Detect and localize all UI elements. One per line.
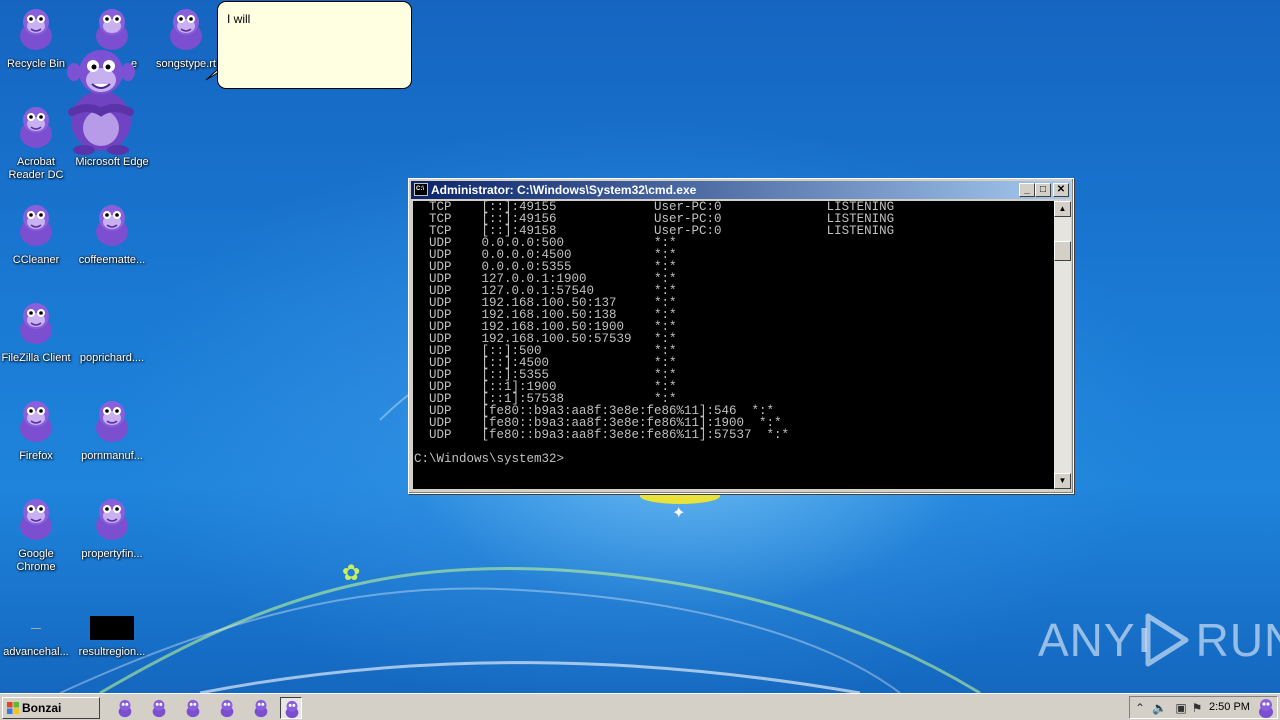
bonzi-icon[interactable] [114,697,136,719]
bonzi-icon [20,205,52,246]
desktop-icon-ccleaner[interactable]: CCleaner [0,202,74,267]
svg-text:✿: ✿ [342,561,360,586]
bonzi-tray-icon[interactable] [1257,698,1275,718]
bonzi-icon [96,205,128,246]
maximize-button[interactable]: □ [1035,183,1051,197]
bonzi-icon[interactable] [148,697,170,719]
cmd-line: UDP [fe80::b9a3:aa8f:3e8e:fe86%11]:57537… [414,428,790,442]
black-file-icon [90,594,134,642]
icon-label: poprichard.... [79,352,145,364]
cmd-app-icon: C:\ [414,183,428,196]
icon-label: FileZilla Client [1,352,71,364]
icon-label: CCleaner [12,254,60,266]
desktop-icon-pornmanuf[interactable]: pornmanuf... [74,398,150,463]
volume-icon[interactable]: 🔈 [1152,701,1167,715]
cmd-scrollbar[interactable]: ▲ ▼ [1054,201,1071,489]
desktop-icon-poprichard[interactable]: poprichard.... [74,300,150,365]
close-button[interactable]: ✕ [1053,183,1069,197]
scroll-up-icon[interactable]: ▲ [1054,201,1071,217]
bonzi-icon [96,401,128,442]
bonzi-icon[interactable] [182,697,204,719]
bonzi-icon [20,499,52,540]
network-icon[interactable]: ▣ [1174,701,1188,715]
flag-icon[interactable]: ⚑ [1190,701,1204,715]
cmd-console-output[interactable]: TCP [::]:49155 User-PC:0 LISTENING TCP [… [413,201,1054,489]
bonzi-icon [170,9,202,50]
scroll-down-icon[interactable]: ▼ [1054,473,1071,489]
bonzi-buddy-character[interactable] [58,36,144,156]
desktop-icon-resultregion[interactable]: resultregion... [74,594,150,659]
bonzi-icon [20,107,52,148]
windows-flag-icon [7,702,19,714]
bonzi-icon [96,499,128,540]
cmd-title: Administrator: C:\Windows\System32\cmd.e… [431,183,697,197]
taskbar: Bonzai Buhdy ⌃ 🔈 ▣ ⚑ 2:50 PM [0,693,1280,720]
blank-file-icon [14,594,58,642]
icon-label: Google Chrome [16,548,56,573]
desktop-icon-propertyfin[interactable]: propertyfin... [74,496,150,561]
icon-label: Acrobat Reader DC [8,156,64,181]
bonzi-icon[interactable] [216,697,238,719]
cmd-line: C:\Windows\system32> [414,452,565,466]
start-button-label: Bonzai Buhdy [22,701,62,715]
bonzi-icon[interactable] [280,697,302,719]
cmd-titlebar[interactable]: C:\ Administrator: C:\Windows\System32\c… [411,181,1071,199]
icon-spacer [90,300,134,348]
clock[interactable]: 2:50 PM [1209,701,1250,713]
icon-label: coffeematte... [78,254,146,266]
icon-label: resultregion... [78,646,146,658]
speech-bubble-text: I will [227,12,251,26]
minimize-button[interactable]: _ [1019,183,1035,197]
bonzi-icon [20,401,52,442]
desktop-icon-google-chrome[interactable]: Google Chrome [0,496,74,574]
svg-text:✦: ✦ [672,503,685,522]
watermark-text-right: RUN [1195,614,1280,666]
icon-label: pornmanuf... [81,450,143,462]
anyrun-watermark: ANY RUN [1038,612,1280,668]
bonzi-icon [20,9,52,50]
desktop-icon-advancehal[interactable]: advancehal... [0,594,74,659]
watermark-text-left: ANY [1038,614,1136,666]
bonzi-icon[interactable] [250,697,272,719]
tray-expand-icon[interactable]: ⌃ [1133,701,1147,715]
icon-label: Firefox [19,450,53,462]
scroll-thumb[interactable] [1054,241,1071,261]
bonzi-icon [20,303,52,344]
cmd-window[interactable]: C:\ Administrator: C:\Windows\System32\c… [408,178,1074,494]
icon-label: propertyfin... [81,548,143,560]
speech-bubble: I will [217,1,412,89]
desktop-icon-firefox[interactable]: Firefox [0,398,74,463]
icon-label: Microsoft Edge [75,156,149,168]
play-logo-icon [1141,613,1189,667]
icon-label: advancehal... [3,646,69,658]
desktop-icon-filezilla[interactable]: FileZilla Client [0,300,74,365]
start-button[interactable]: Bonzai Buhdy [2,697,100,719]
desktop-icon-coffeematte[interactable]: coffeematte... [74,202,150,267]
system-tray: ⌃ 🔈 ▣ ⚑ 2:50 PM [1129,696,1278,719]
